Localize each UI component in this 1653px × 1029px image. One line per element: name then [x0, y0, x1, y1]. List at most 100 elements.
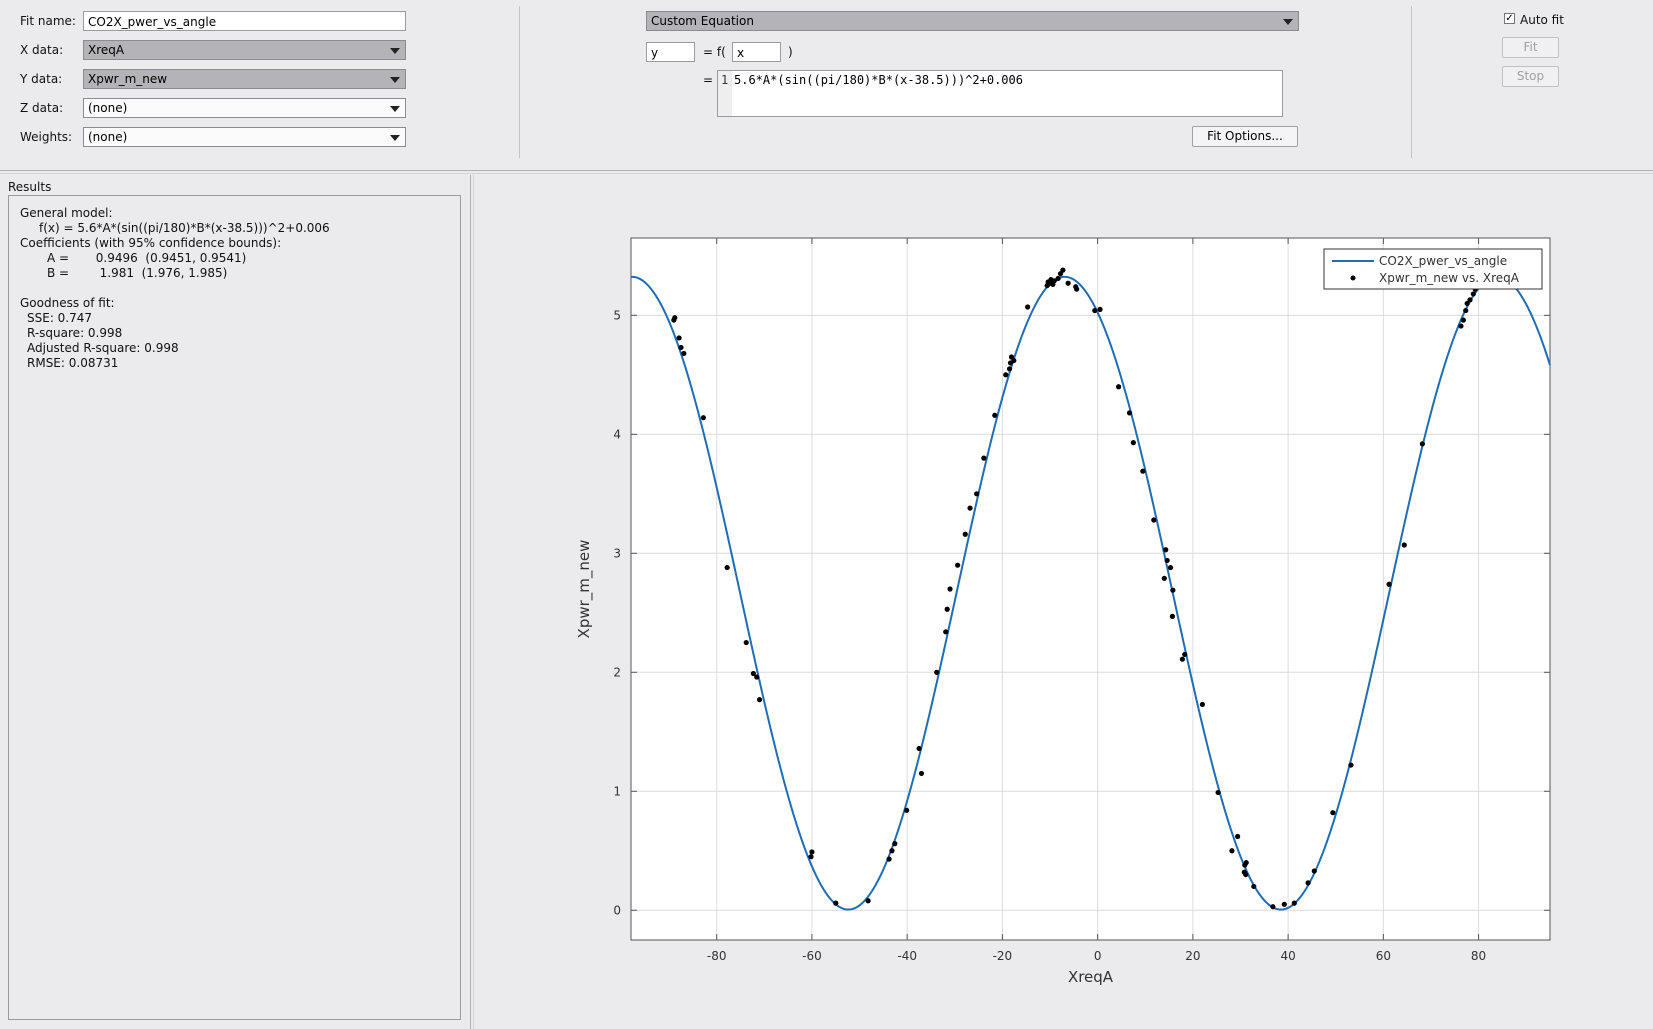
- rsquare-value: R-square: 0.998: [27, 326, 123, 340]
- data-point: [1235, 833, 1241, 840]
- data-point: [892, 841, 898, 847]
- data-point: [754, 674, 760, 680]
- divider: [519, 6, 520, 158]
- data-point: [1215, 789, 1221, 796]
- fit-options-button[interactable]: Fit Options...: [1192, 126, 1298, 147]
- fit-type-select[interactable]: Custom Equation: [646, 11, 1299, 31]
- data-point: [1126, 410, 1133, 416]
- auto-fit-label: Auto fit: [1520, 13, 1564, 27]
- sse-value: SSE: 0.747: [27, 311, 93, 325]
- fit-type-value: Custom Equation: [651, 14, 754, 28]
- data-point: [916, 745, 922, 752]
- y-data-select[interactable]: Xpwr_m_new: [83, 69, 406, 89]
- chevron-down-icon: [1283, 19, 1293, 25]
- legend[interactable]: CO2X_pwer_vs_angle Xpwr_m_new vs. XreqA: [1323, 248, 1543, 290]
- auto-fit-checkbox[interactable]: ✓: [1504, 13, 1515, 24]
- data-point: [743, 639, 749, 646]
- x-tick-label: 40: [1280, 949, 1295, 963]
- chevron-down-icon: [390, 135, 400, 141]
- data-point: [756, 697, 763, 703]
- data-point: [889, 848, 895, 854]
- goodness-of-fit-header: Goodness of fit:: [20, 296, 115, 310]
- data-point: [1305, 880, 1311, 886]
- adjusted-rsquare-value: Adjusted R-square: 0.998: [27, 341, 179, 355]
- y-data-label: Y data:: [20, 72, 63, 86]
- data-point: [1467, 297, 1473, 303]
- x-tick-label: 60: [1376, 949, 1391, 963]
- data-point: [672, 315, 678, 321]
- data-point: [1170, 587, 1176, 593]
- data-point: [1164, 557, 1170, 564]
- data-point: [1401, 542, 1407, 548]
- legend-fit-entry: CO2X_pwer_vs_angle: [1379, 254, 1507, 268]
- line-gutter: 1: [718, 71, 732, 116]
- dependent-variable-input[interactable]: y: [646, 42, 695, 62]
- data-point: [904, 807, 910, 813]
- data-point: [1270, 904, 1276, 910]
- fit-button[interactable]: Fit: [1502, 37, 1559, 58]
- data-point: [974, 491, 980, 497]
- data-point: [1167, 564, 1174, 571]
- plot-axes: [630, 237, 1551, 941]
- z-data-select[interactable]: (none): [83, 98, 406, 118]
- data-point: [1151, 517, 1157, 523]
- data-point: [1470, 291, 1476, 297]
- x-tick-label: -80: [707, 949, 727, 963]
- data-point: [1140, 468, 1146, 474]
- data-point: [1092, 307, 1098, 314]
- x-axis-label: XreqA: [1068, 968, 1114, 986]
- data-point: [943, 629, 949, 635]
- z-data-label: Z data:: [20, 101, 64, 115]
- chevron-down-icon: [390, 77, 400, 83]
- y-tick-label: 1: [613, 784, 621, 798]
- data-point: [1003, 372, 1009, 378]
- data-point: [676, 335, 682, 341]
- data-point: [962, 531, 968, 537]
- coefficient-a: A = 0.9496 (0.9451, 0.9541): [47, 251, 247, 265]
- x-tick-label: -40: [897, 949, 917, 963]
- y-tick-label: 2: [613, 665, 621, 679]
- data-point: [967, 505, 973, 511]
- y-tick-label: 0: [613, 903, 621, 917]
- data-point: [1055, 275, 1061, 282]
- x-tick-label: 0: [1094, 949, 1102, 963]
- results-title: Results: [8, 180, 52, 194]
- data-point: [947, 586, 953, 592]
- data-point: [1163, 547, 1169, 553]
- x-data-label: X data:: [20, 43, 64, 57]
- legend-data-entry: Xpwr_m_new vs. XreqA: [1379, 271, 1520, 285]
- data-point: [1291, 900, 1297, 906]
- fit-plot[interactable]: -80 -60 -40 -20 0 20 40 60 80 0 1 2 3 4 5 XreqA Xpwr_m…: [470, 175, 1650, 1025]
- toolbar-divider: [0, 170, 1653, 171]
- y-tick-label: 5: [613, 308, 621, 322]
- data-point: [981, 455, 987, 461]
- weights-value: (none): [88, 130, 128, 144]
- equals-label: =: [703, 73, 714, 87]
- data-point: [1243, 871, 1249, 878]
- coefficient-b: B = 1.981 (1.976, 1.985): [47, 266, 228, 280]
- chevron-down-icon: [390, 106, 400, 112]
- data-point: [1251, 883, 1257, 890]
- data-point: [724, 564, 730, 571]
- legend-point-swatch: [1350, 275, 1356, 281]
- z-data-value: (none): [88, 101, 128, 115]
- weights-select[interactable]: (none): [83, 127, 406, 147]
- equation-editor[interactable]: 1 5.6*A*(sin((pi/180)*B*(x-38.5)))^2+0.0…: [717, 70, 1283, 117]
- data-point: [865, 898, 871, 904]
- x-data-select[interactable]: XreqA: [83, 40, 406, 60]
- data-point: [1060, 267, 1066, 273]
- data-point: [700, 415, 706, 421]
- stop-button[interactable]: Stop: [1502, 66, 1559, 87]
- data-point: [1011, 357, 1017, 364]
- independent-variable-input[interactable]: x: [732, 42, 781, 62]
- data-point: [992, 412, 998, 418]
- fit-name-label: Fit name:: [20, 14, 76, 28]
- chevron-down-icon: [390, 48, 400, 54]
- model-equation: f(x) = 5.6*A*(sin((pi/180)*B*(x-38.5)))^…: [39, 221, 330, 235]
- x-tick-label: 80: [1471, 949, 1486, 963]
- data-point: [681, 350, 687, 357]
- data-point: [833, 900, 839, 906]
- data-point: [1130, 440, 1136, 446]
- fit-name-input[interactable]: CO2X_pwer_vs_angle: [83, 11, 406, 31]
- data-point: [944, 606, 950, 612]
